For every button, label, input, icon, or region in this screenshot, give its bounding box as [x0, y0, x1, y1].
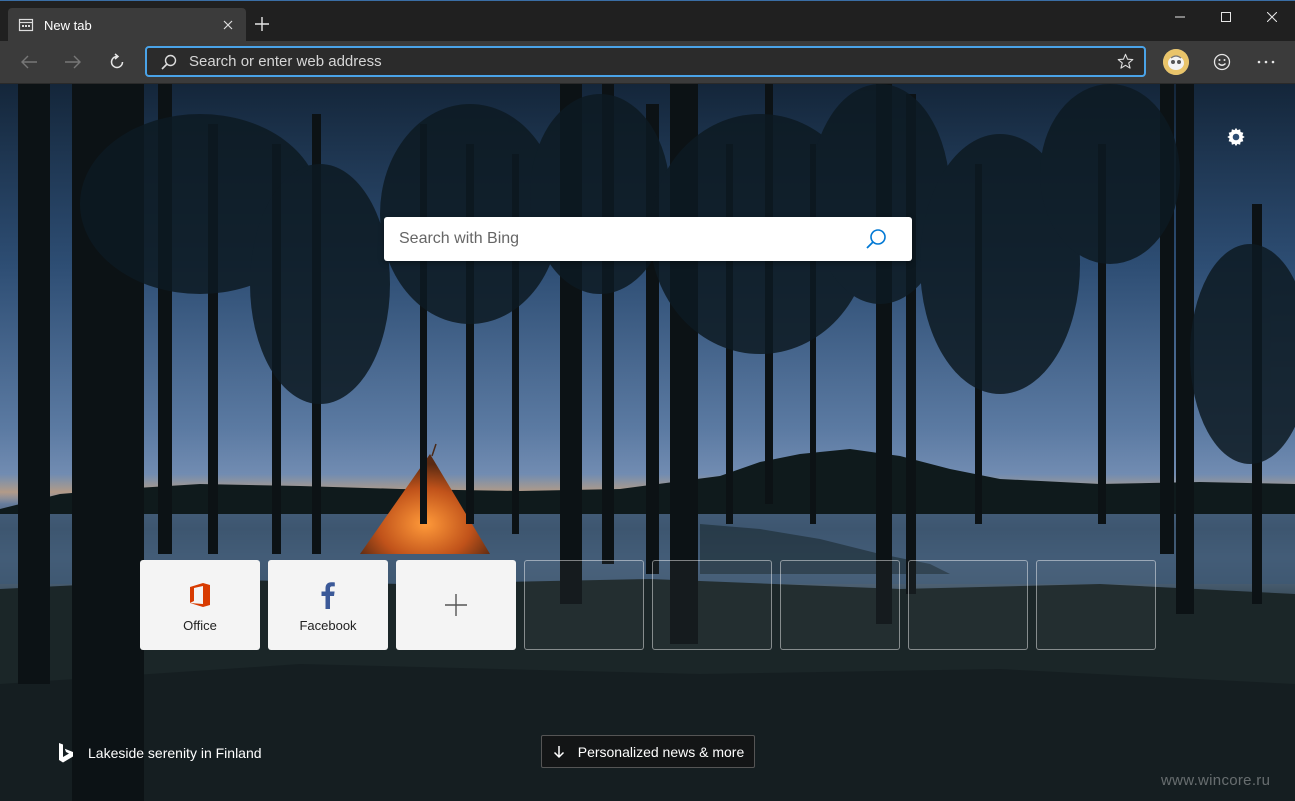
close-icon[interactable]	[220, 17, 236, 33]
more-icon	[1257, 60, 1275, 64]
tab-title: New tab	[44, 17, 92, 33]
avatar[interactable]	[1163, 49, 1189, 75]
newtab-icon	[18, 18, 34, 32]
plus-icon	[255, 17, 269, 31]
more-button[interactable]	[1251, 47, 1281, 77]
maximize-icon	[1221, 12, 1231, 22]
star-icon	[1117, 53, 1133, 69]
minimize-icon	[1175, 16, 1185, 18]
toolbar	[0, 41, 1295, 84]
tile-label: Office	[183, 618, 217, 633]
bing-search-input[interactable]	[384, 217, 854, 261]
quick-link-facebook[interactable]: Facebook	[268, 560, 388, 650]
empty-quick-link-slot	[1036, 560, 1156, 650]
image-attribution[interactable]: Lakeside serenity in Finland	[58, 743, 262, 763]
empty-quick-link-slot	[780, 560, 900, 650]
tile-label: Facebook	[299, 618, 357, 633]
address-input[interactable]	[189, 53, 1110, 70]
profile-avatar-icon	[1163, 49, 1189, 75]
quick-link-office[interactable]: Office	[140, 560, 260, 650]
new-tab-button[interactable]	[251, 13, 273, 35]
plus-icon	[445, 594, 467, 616]
watermark: www.wincore.ru	[1161, 772, 1271, 789]
attribution-text: Lakeside serenity in Finland	[88, 745, 262, 761]
gear-icon	[1227, 127, 1245, 147]
back-button[interactable]	[14, 47, 44, 77]
back-arrow-icon	[21, 55, 37, 69]
down-arrow-icon	[553, 745, 564, 758]
window-close-button[interactable]	[1249, 1, 1295, 33]
forward-button[interactable]	[58, 47, 88, 77]
title-bar: New tab	[0, 0, 1295, 42]
empty-quick-link-slot	[652, 560, 772, 650]
feedback-button[interactable]	[1207, 47, 1237, 77]
bing-logo-icon	[59, 743, 73, 763]
settings-button[interactable]	[1221, 122, 1251, 152]
empty-quick-link-slot	[524, 560, 644, 650]
address-bar	[145, 46, 1146, 77]
bing-search-box	[384, 217, 912, 261]
smiley-icon	[1213, 53, 1231, 71]
forward-arrow-icon	[65, 55, 81, 69]
new-tab-page: Office Facebook Lakeside serenity in Fin…	[0, 84, 1295, 801]
refresh-button[interactable]	[102, 47, 132, 77]
refresh-icon	[110, 53, 124, 69]
bing-search-button[interactable]	[854, 217, 898, 261]
office-icon	[186, 581, 214, 609]
search-icon	[161, 54, 177, 70]
news-button-label: Personalized news & more	[577, 743, 745, 760]
background-image	[0, 84, 1295, 801]
add-quick-link-button[interactable]	[396, 560, 516, 650]
search-icon	[866, 229, 886, 249]
tab-new-tab[interactable]: New tab	[8, 8, 246, 42]
facebook-icon	[314, 581, 342, 609]
favorite-button[interactable]	[1110, 48, 1140, 75]
personalized-news-button[interactable]: Personalized news & more	[541, 735, 755, 768]
empty-quick-link-slot	[908, 560, 1028, 650]
close-icon	[1267, 12, 1277, 22]
maximize-button[interactable]	[1203, 1, 1249, 33]
minimize-button[interactable]	[1157, 1, 1203, 33]
